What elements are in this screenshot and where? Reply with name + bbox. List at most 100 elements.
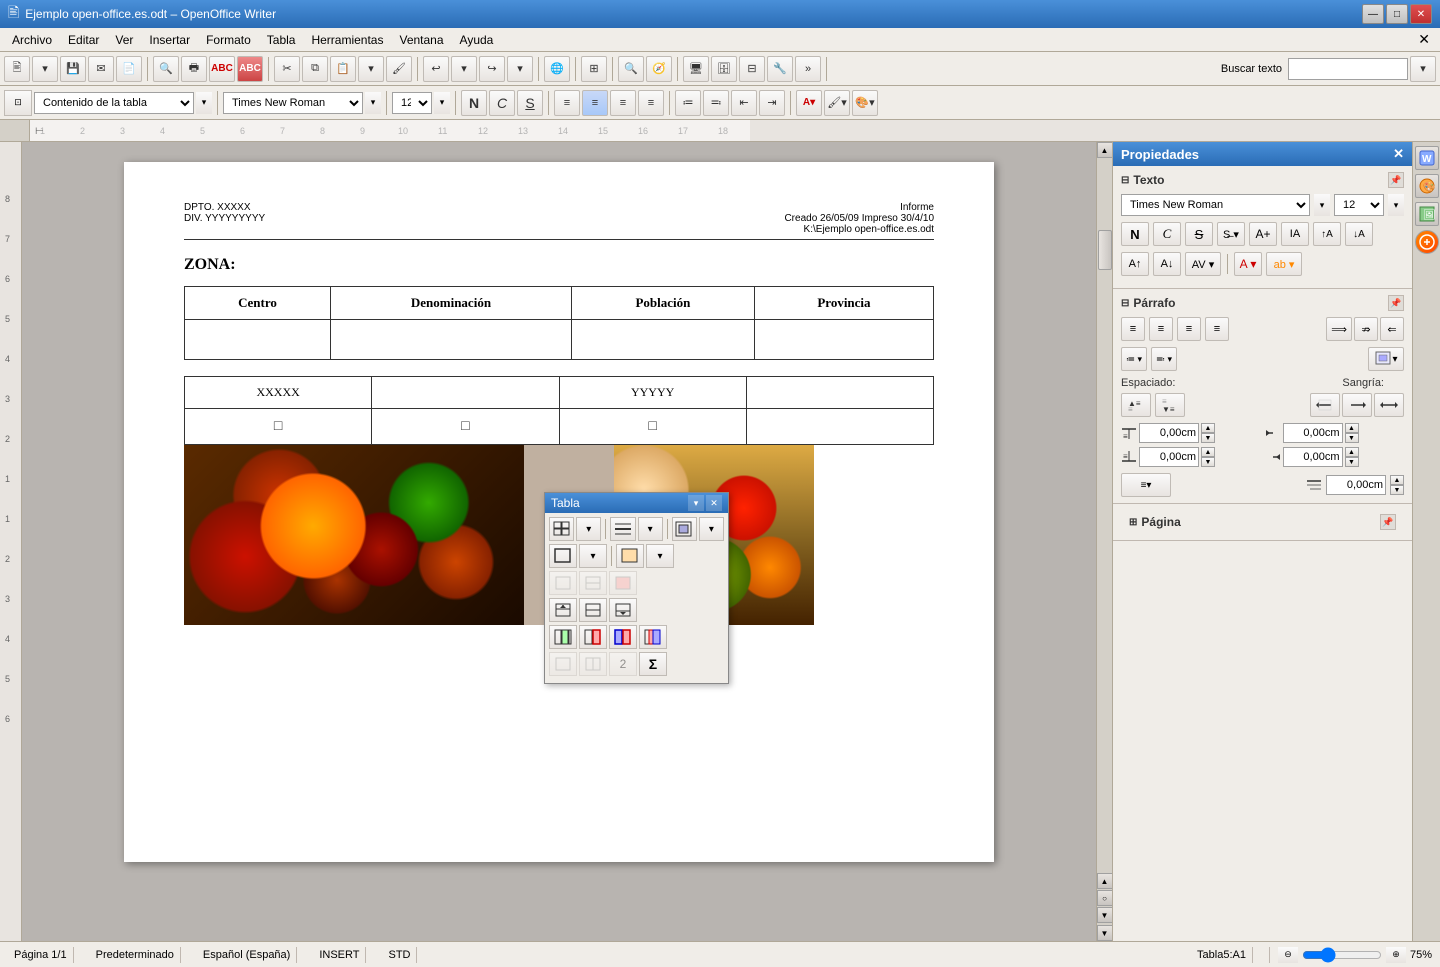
scroll-track[interactable]: [1097, 158, 1112, 873]
zoom-out-btn[interactable]: ⊖: [1278, 947, 1298, 963]
para-justify-btn[interactable]: ≡: [1205, 317, 1229, 341]
style-dropdown[interactable]: ▾: [196, 92, 212, 114]
paste-dropdown[interactable]: ▾: [358, 56, 384, 82]
cell-empty-d8[interactable]: [746, 409, 933, 445]
undo-dropdown[interactable]: ▾: [451, 56, 477, 82]
sangria-left-input[interactable]: 0,00cm: [1283, 423, 1343, 443]
print-preview-button[interactable]: 🔍: [153, 56, 179, 82]
sangria-both-btn[interactable]: [1374, 393, 1404, 417]
spacing-top-up[interactable]: ▲: [1201, 423, 1215, 433]
props-lowercase-btn[interactable]: ↓A: [1345, 222, 1373, 246]
sangria-right-btn[interactable]: [1342, 393, 1372, 417]
text-pin-icon[interactable]: 📌: [1388, 172, 1404, 188]
para-center-btn[interactable]: ≡: [1149, 317, 1173, 341]
tabla-col-blue[interactable]: [609, 625, 637, 649]
props-font-size-down[interactable]: A↓: [1153, 252, 1181, 276]
format-paint[interactable]: 🖌: [386, 56, 412, 82]
minimize-button[interactable]: —: [1362, 4, 1384, 24]
cell-yyyyy[interactable]: YYYYY: [559, 377, 746, 409]
pagina-collapse-icon[interactable]: ⊞: [1129, 517, 1137, 528]
tabla-row-center[interactable]: [579, 598, 607, 622]
pdf-button[interactable]: 📄: [116, 56, 142, 82]
spacing-top-down[interactable]: ▼: [1201, 433, 1215, 443]
parrafo-pin-icon[interactable]: 📌: [1388, 295, 1404, 311]
scroll-thumb[interactable]: [1098, 230, 1112, 270]
list-unordered-button[interactable]: ≕: [703, 90, 729, 116]
spacing-bottom-input[interactable]: 0,00cm: [1139, 447, 1199, 467]
tabla-titlebar[interactable]: Tabla ▾ ✕: [545, 493, 728, 513]
side-icon-1[interactable]: W: [1415, 146, 1439, 170]
sangria-right-down[interactable]: ▼: [1345, 457, 1359, 467]
tabla-dropdown-1[interactable]: ▾: [576, 517, 601, 541]
cell-checkbox-1[interactable]: □: [185, 409, 372, 445]
font-color-dropdown[interactable]: A▾: [796, 90, 822, 116]
undo-button[interactable]: ↩: [423, 56, 449, 82]
menu-archivo[interactable]: Archivo: [4, 31, 60, 49]
props-close-icon[interactable]: ✕: [1393, 146, 1404, 162]
font-dropdown[interactable]: ▾: [365, 92, 381, 114]
para-list-2[interactable]: ≕ ▾: [1151, 347, 1177, 371]
props-bigger-btn[interactable]: A+: [1249, 222, 1277, 246]
document-scroll[interactable]: DPTO. XXXXX DIV. YYYYYYYYY Informe Cread…: [22, 142, 1096, 941]
tools-button[interactable]: 🔧: [767, 56, 793, 82]
scroll-down-arrow[interactable]: ▼: [1097, 925, 1113, 941]
tabla-disabled-3[interactable]: [609, 571, 637, 595]
indent-more-button[interactable]: ⇥: [759, 90, 785, 116]
align-left-button[interactable]: ≡: [554, 90, 580, 116]
email-button[interactable]: ✉: [88, 56, 114, 82]
display-button[interactable]: 🖥: [683, 56, 709, 82]
tabla-insert-table[interactable]: [549, 517, 574, 541]
props-uppercase-btn[interactable]: ↑A: [1313, 222, 1341, 246]
table-button[interactable]: ⊞: [581, 56, 607, 82]
autocorrect-button[interactable]: ABC: [237, 56, 263, 82]
props-size-dropdown[interactable]: ▾: [1388, 194, 1404, 216]
cell-checkbox-3[interactable]: □: [559, 409, 746, 445]
tabla-disabled-1[interactable]: [549, 571, 577, 595]
hyperlink-button[interactable]: 🌐: [544, 56, 570, 82]
indent-up[interactable]: ▲: [1390, 475, 1404, 485]
side-icon-2[interactable]: 🎨: [1415, 174, 1439, 198]
para-indent-3-btn[interactable]: ⇐: [1380, 317, 1404, 341]
more-button[interactable]: »: [795, 56, 821, 82]
menu-ver[interactable]: Ver: [107, 31, 141, 49]
tabla-sum-btn[interactable]: [549, 652, 577, 676]
menu-close-icon[interactable]: ✕: [1412, 31, 1436, 48]
menu-editar[interactable]: Editar: [60, 31, 107, 49]
menu-formato[interactable]: Formato: [198, 31, 259, 49]
size-dropdown[interactable]: ▾: [434, 92, 450, 114]
pagina-pin-icon[interactable]: 📌: [1380, 514, 1396, 530]
text-collapse-icon[interactable]: ⊟: [1121, 175, 1129, 186]
paragraph-style-combo[interactable]: Contenido de la tabla: [34, 92, 194, 114]
parrafo-collapse-icon[interactable]: ⊟: [1121, 298, 1129, 309]
space-below-btn[interactable]: ≡▼≡: [1155, 393, 1185, 417]
tabla-sigma-btn[interactable]: Σ: [639, 652, 667, 676]
vertical-scrollbar[interactable]: ▲ ▲ ○ ▼ ▼: [1096, 142, 1112, 941]
redo-button[interactable]: ↪: [479, 56, 505, 82]
zoom-slider[interactable]: [1302, 947, 1382, 963]
cell-empty-2[interactable]: [331, 320, 572, 360]
tabla-fill-dropdown[interactable]: ▾: [646, 544, 674, 568]
cell-empty-3[interactable]: [571, 320, 754, 360]
indent-less-button[interactable]: ⇤: [731, 90, 757, 116]
props-strike-btn[interactable]: S: [1185, 222, 1213, 246]
para-indent-2-btn[interactable]: ⇏: [1354, 317, 1378, 341]
print-button[interactable]: 🖶: [181, 56, 207, 82]
font-name-combo[interactable]: Times New Roman: [223, 92, 363, 114]
tabla-border-btn[interactable]: [549, 544, 577, 568]
props-size-combo[interactable]: 12: [1334, 194, 1384, 216]
copy-button[interactable]: ⧉: [302, 56, 328, 82]
tabla-split-btn[interactable]: [579, 652, 607, 676]
sangria-left-btn[interactable]: [1310, 393, 1340, 417]
spell-button[interactable]: ABC: [209, 56, 235, 82]
cell-xxxxx[interactable]: XXXXX: [185, 377, 372, 409]
tabla-menu-icon[interactable]: ▾: [688, 495, 704, 511]
status-insert-mode[interactable]: INSERT: [313, 947, 366, 963]
menu-insertar[interactable]: Insertar: [141, 31, 198, 49]
sangria-right-up[interactable]: ▲: [1345, 447, 1359, 457]
scroll-target[interactable]: ○: [1097, 890, 1113, 906]
spacing-bottom-down[interactable]: ▼: [1201, 457, 1215, 467]
props-font-color-btn[interactable]: A ▾: [1234, 252, 1262, 276]
tabla-col-red[interactable]: [579, 625, 607, 649]
para-bg-btn[interactable]: ▾: [1368, 347, 1404, 371]
align-center-button[interactable]: ≡: [582, 90, 608, 116]
